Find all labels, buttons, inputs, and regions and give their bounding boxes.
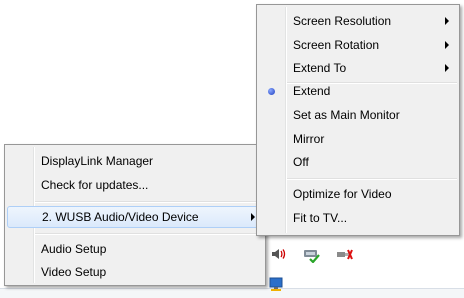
menu-item-label: Check for updates... [41, 178, 149, 192]
device-submenu: Screen Resolution Screen Rotation Extend… [256, 4, 460, 236]
menu-item-check-for-updates[interactable]: Check for updates... [7, 174, 263, 196]
menu-item-off[interactable]: Off [259, 151, 457, 173]
menu-item-label: Fit to TV... [293, 211, 348, 225]
menu-item-label: Screen Resolution [293, 14, 392, 28]
menu-item-label: Off [293, 155, 309, 169]
menu-item-wusb-device[interactable]: 2. WUSB Audio/Video Device [7, 206, 263, 228]
menu-item-extend[interactable]: Extend [259, 80, 457, 102]
menu-item-label: Mirror [293, 132, 325, 146]
submenu-arrow-icon [445, 17, 449, 25]
menu-item-optimize-for-video[interactable]: Optimize for Video [259, 183, 457, 205]
menu-item-label: Set as Main Monitor [293, 108, 400, 122]
radio-bullet-icon [268, 88, 275, 95]
menu-item-audio-setup[interactable]: Audio Setup [7, 238, 263, 260]
usb-error-icon[interactable] [336, 248, 353, 264]
menu-item-screen-resolution[interactable]: Screen Resolution [259, 10, 457, 32]
menu-item-mirror[interactable]: Mirror [259, 128, 457, 150]
menu-item-label: 2. WUSB Audio/Video Device [42, 210, 199, 224]
submenu-arrow-icon [445, 64, 449, 72]
menu-item-screen-rotation[interactable]: Screen Rotation [259, 34, 457, 56]
menu-separator [287, 178, 457, 180]
menu-item-label: Video Setup [41, 265, 107, 279]
menu-separator [35, 233, 263, 235]
menu-item-label: Audio Setup [41, 242, 107, 256]
menu-item-displaylink-manager[interactable]: DisplayLink Manager [7, 150, 263, 172]
menu-separator [35, 201, 263, 203]
menu-item-label: Screen Rotation [293, 38, 380, 52]
submenu-arrow-icon [251, 213, 255, 221]
menu-item-label: DisplayLink Manager [41, 154, 154, 168]
displaylink-context-menu: DisplayLink Manager Check for updates...… [4, 144, 266, 286]
menu-item-label: Extend [293, 84, 331, 98]
submenu-arrow-icon [445, 41, 449, 49]
menu-item-label: Extend To [293, 61, 347, 75]
network-check-icon[interactable] [303, 247, 320, 264]
speaker-icon[interactable] [270, 246, 286, 262]
menu-item-video-setup[interactable]: Video Setup [7, 261, 263, 283]
menu-item-extend-to[interactable]: Extend To [259, 57, 457, 79]
menu-item-set-as-main-monitor[interactable]: Set as Main Monitor [259, 104, 457, 126]
menu-item-label: Optimize for Video [293, 187, 392, 201]
monitor-icon[interactable] [268, 276, 284, 292]
menu-item-fit-to-tv[interactable]: Fit to TV... [259, 207, 457, 229]
